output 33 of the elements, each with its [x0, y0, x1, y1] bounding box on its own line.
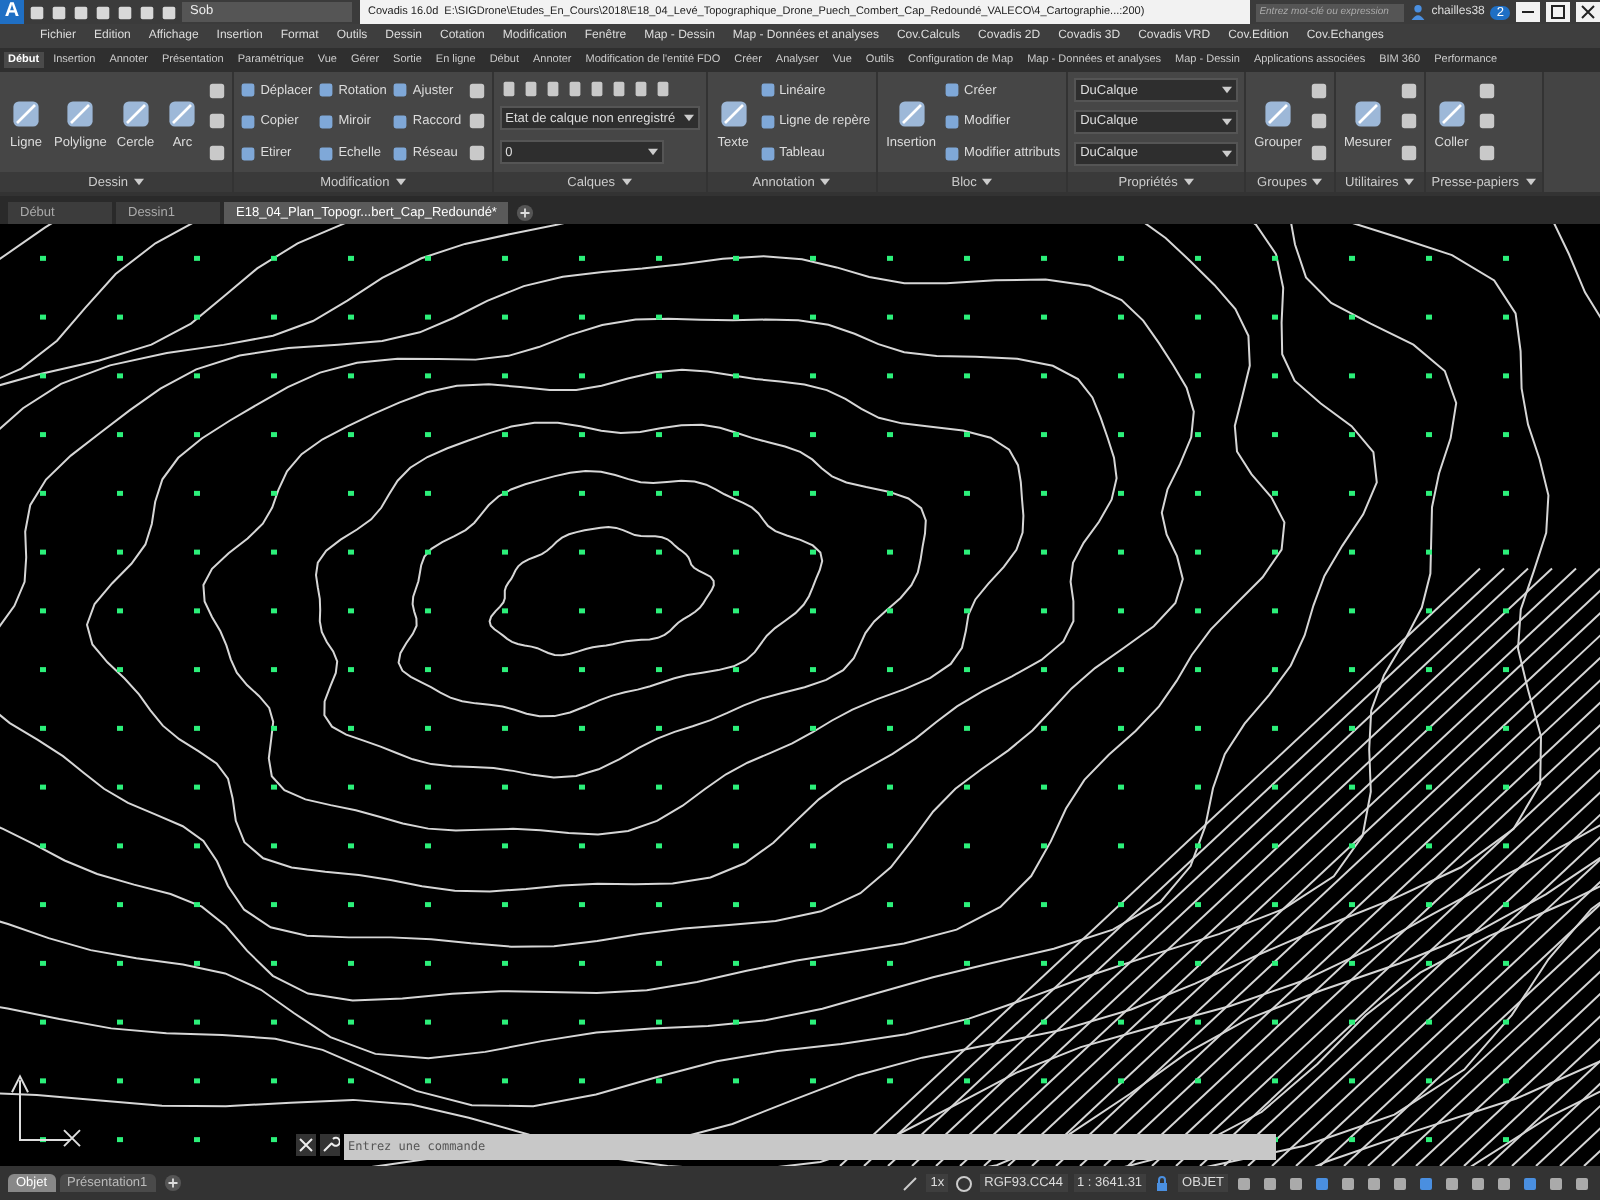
add-layout-icon[interactable]	[163, 1173, 182, 1191]
tool-icon[interactable]	[893, 95, 930, 131]
tool-icon[interactable]	[1433, 95, 1470, 131]
caret-icon[interactable]	[395, 178, 406, 186]
caret-icon[interactable]	[1525, 178, 1536, 186]
user-icon	[1409, 4, 1426, 20]
tool-icon[interactable]	[715, 95, 752, 131]
caret-icon[interactable]	[1183, 178, 1194, 186]
caret-icon[interactable]	[820, 178, 831, 186]
caret-icon[interactable]	[647, 148, 658, 157]
caret-icon[interactable]	[1312, 178, 1323, 186]
status-icon[interactable]	[900, 1173, 921, 1193]
tool-icon[interactable]	[1260, 95, 1297, 131]
caret-icon[interactable]	[982, 178, 993, 186]
tool-icon[interactable]	[1349, 95, 1386, 131]
close-icon[interactable]	[1576, 2, 1600, 22]
caret-icon[interactable]	[134, 178, 145, 186]
caret-icon[interactable]	[1222, 86, 1233, 95]
minimize-icon[interactable]	[1516, 2, 1540, 22]
tool-icon[interactable]	[117, 95, 154, 131]
caret-icon[interactable]	[1222, 117, 1233, 126]
caret-icon[interactable]	[1222, 149, 1233, 158]
close-icon[interactable]	[296, 1134, 316, 1156]
lock-icon[interactable]	[1152, 1173, 1173, 1193]
tool-icon[interactable]	[62, 95, 99, 131]
maximize-icon[interactable]	[1546, 2, 1570, 22]
tool-icon[interactable]	[8, 95, 44, 131]
caret-icon[interactable]	[621, 178, 632, 186]
caret-icon[interactable]	[1404, 178, 1415, 186]
new-tab-icon[interactable]	[516, 204, 535, 222]
app-logo[interactable]: A	[0, 0, 24, 24]
tool-icon[interactable]	[164, 95, 201, 131]
caret-icon[interactable]	[683, 114, 694, 123]
